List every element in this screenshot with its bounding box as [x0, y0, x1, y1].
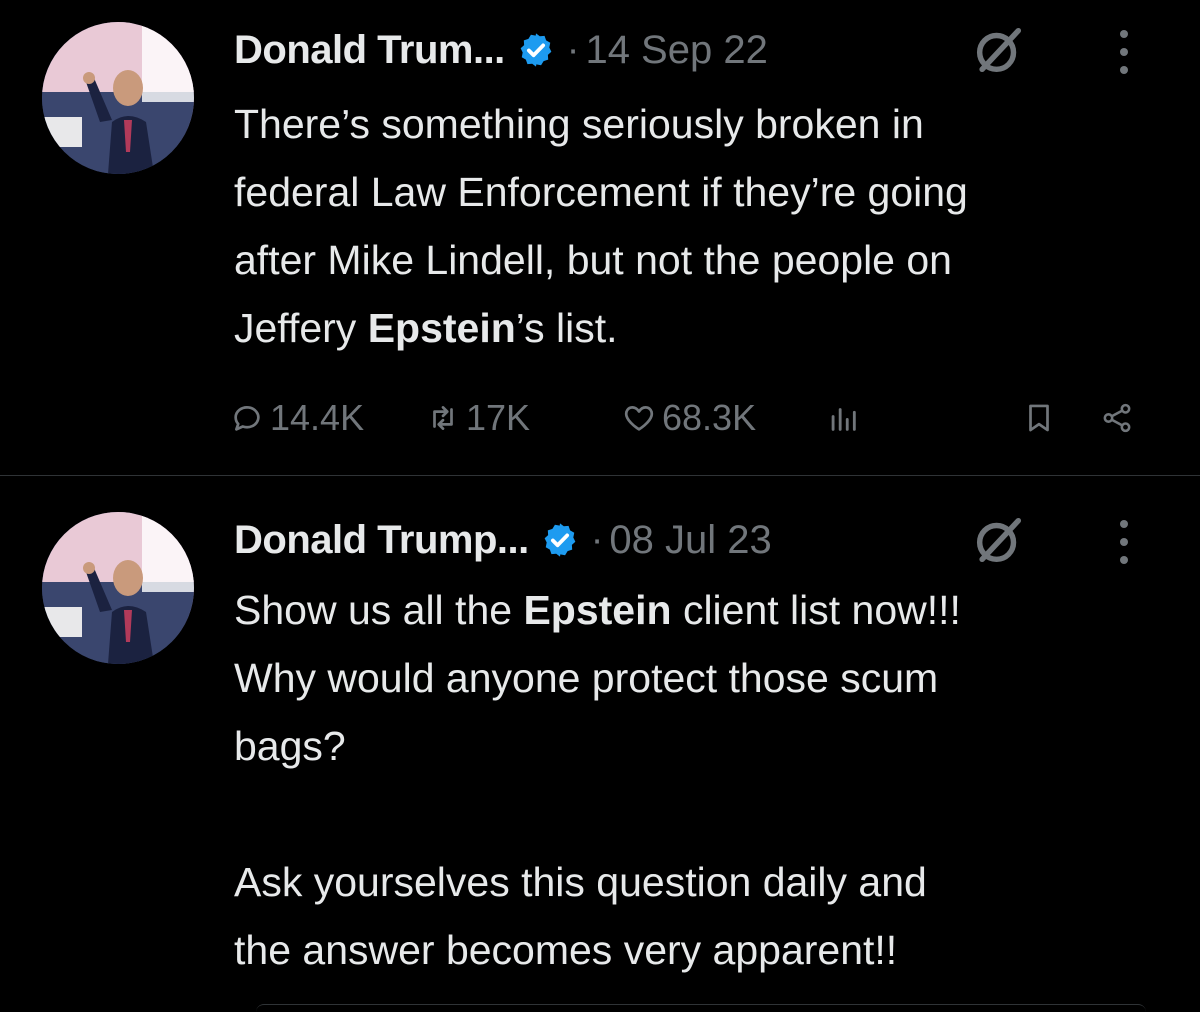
views-icon — [831, 408, 856, 431]
highlighted-term: Epstein — [523, 587, 672, 633]
text-line: the answer becomes very apparent!! — [234, 927, 898, 973]
tweet-date[interactable]: 08 Jul 23 — [609, 518, 771, 563]
tweet-text: Show us all the Epstein client list now!… — [234, 576, 1174, 984]
highlighted-term: Epstein — [367, 305, 516, 351]
heart-icon — [624, 406, 654, 431]
text-line: after Mike Lindell, but not the people o… — [234, 237, 952, 283]
text-line: There’s something seriously broken in — [234, 101, 924, 147]
author-name[interactable]: Donald Trump... — [234, 518, 529, 563]
more-vertical-icon[interactable] — [1116, 24, 1132, 80]
reply-icon — [234, 406, 260, 431]
retweet-count: 17K — [466, 397, 531, 438]
text-fragment: ’s list. — [515, 305, 618, 351]
share-icon — [1103, 403, 1131, 433]
tweet[interactable]: Donald Trum... · 14 Sep 22 There’s somet… — [0, 0, 1200, 476]
like-button[interactable]: 68.3K — [622, 388, 756, 448]
text-fragment: Show us all the — [234, 587, 524, 633]
tweet-text: There’s something seriously broken in fe… — [234, 90, 1174, 362]
tweet-date[interactable]: 14 Sep 22 — [585, 28, 767, 73]
share-button[interactable] — [1100, 388, 1140, 448]
tweet-header: Donald Trum... · 14 Sep 22 — [234, 20, 768, 80]
action-bar: 14.4K 17K 68.3K — [230, 388, 1190, 448]
tweet-header: Donald Trump... · 08 Jul 23 — [234, 510, 772, 570]
verified-badge-icon — [520, 33, 552, 67]
avatar-photo — [42, 512, 194, 664]
text-line: Why would anyone protect those scum — [234, 655, 939, 701]
grok-icon[interactable] — [970, 511, 1028, 569]
avatar[interactable] — [42, 512, 194, 664]
text-fragment: Jeffery — [234, 305, 368, 351]
bookmark-icon — [1029, 404, 1049, 432]
bookmark-button[interactable] — [1022, 388, 1062, 448]
text-line: Show us all the Epstein client list now!… — [234, 576, 1174, 644]
like-count: 68.3K — [662, 397, 757, 438]
separator: · — [590, 518, 604, 561]
text-fragment: client list now!!! — [671, 587, 961, 633]
separator: · — [566, 28, 580, 71]
retweet-icon — [433, 406, 453, 430]
reply-count: 14.4K — [270, 397, 365, 438]
text-line: federal Law Enforcement if they’re going — [234, 169, 968, 215]
text-line: bags? — [234, 723, 346, 769]
more-vertical-icon[interactable] — [1116, 514, 1132, 570]
avatar-photo — [42, 22, 194, 174]
author-name[interactable]: Donald Trum... — [234, 28, 505, 73]
verified-badge-icon — [544, 523, 576, 557]
reply-button[interactable]: 14.4K — [230, 388, 364, 448]
text-line: Ask yourselves this question daily and — [234, 859, 927, 905]
text-line: Jeffery Epstein’s list. — [234, 294, 1174, 362]
grok-icon[interactable] — [970, 21, 1028, 79]
retweet-button[interactable]: 17K — [426, 388, 530, 448]
views-button[interactable] — [826, 388, 866, 448]
avatar[interactable] — [42, 22, 194, 174]
